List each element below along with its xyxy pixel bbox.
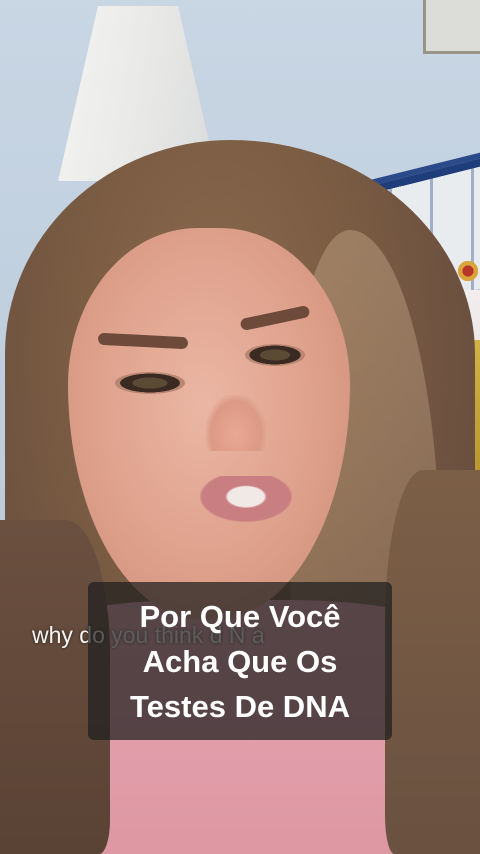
wall-picture-frame bbox=[423, 0, 480, 54]
video-frame[interactable]: why do you think d N a Por Que Você Acha… bbox=[0, 0, 480, 854]
caption-line: Testes De DNA bbox=[130, 688, 350, 724]
right-eye bbox=[245, 344, 305, 366]
mouth bbox=[200, 476, 292, 522]
hair-strands-right bbox=[385, 470, 480, 854]
caption-line: Acha Que Os bbox=[142, 643, 338, 679]
left-eye bbox=[115, 372, 185, 394]
caption-overlay: Por Que Você Acha Que Os Testes De DNA bbox=[88, 582, 392, 740]
nose bbox=[206, 395, 266, 451]
caption-line: Por Que Você bbox=[139, 598, 341, 634]
